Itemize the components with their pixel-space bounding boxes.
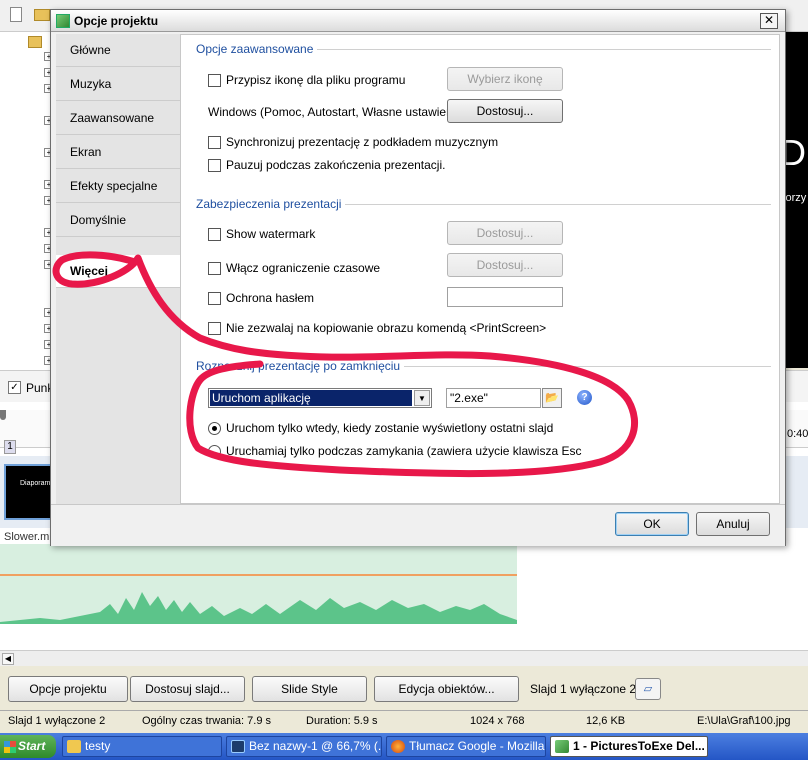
customize-slide-button[interactable]: Dostosuj slajd...: [130, 676, 245, 702]
password-checkbox[interactable]: [208, 292, 221, 305]
project-options-dialog: Opcje projektu ✕ Główne Muzyka Zaawansow…: [50, 9, 786, 546]
start-button[interactable]: Start: [0, 735, 56, 758]
watermark-checkbox[interactable]: [208, 228, 221, 241]
app-icon: [56, 14, 70, 28]
group-title-security: Zabezpieczenia prezentacji: [196, 197, 346, 211]
time-limit-customize-button[interactable]: Dostosuj...: [447, 253, 563, 277]
tab-domyslnie[interactable]: Domyślnie: [56, 204, 180, 237]
sync-music-checkbox[interactable]: [208, 136, 221, 149]
sync-music-label: Synchronizuj prezentację z podkładem muz…: [226, 135, 499, 149]
tab-ekran[interactable]: Ekran: [56, 136, 180, 169]
slide-number-marker: 1: [4, 440, 16, 454]
watermark-customize-button[interactable]: Dostosuj...: [447, 221, 563, 245]
time-limit-checkbox[interactable]: [208, 262, 221, 275]
tab-wiecej[interactable]: Więcej: [56, 255, 180, 288]
password-label: Ochrona hasłem: [226, 291, 315, 305]
tab-efekty-specjalne[interactable]: Efekty specjalne: [56, 170, 180, 203]
status-resolution: 1024 x 768: [470, 715, 525, 727]
group-title-advanced: Opcje zaawansowane: [196, 42, 318, 56]
options-tabs: Główne Muzyka Zaawansowane Ekran Efekty …: [56, 34, 180, 504]
radio-last-slide-label: Uruchom tylko wtedy, kiedy zostanie wyśw…: [226, 421, 554, 435]
help-icon[interactable]: ?: [577, 390, 592, 405]
cancel-button[interactable]: Anuluj: [696, 512, 770, 536]
audio-waveform[interactable]: [0, 544, 517, 624]
customize-windows-button[interactable]: Dostosuj...: [447, 99, 563, 123]
taskbar: Start testy Bez nazwy-1 @ 66,7% (... Tłu…: [0, 733, 808, 760]
tab-muzyka[interactable]: Muzyka: [56, 68, 180, 101]
task-firefox[interactable]: Tłumacz Google - Mozilla ...: [386, 736, 546, 757]
scroll-left-icon[interactable]: ◀: [2, 653, 14, 665]
object-editor-button[interactable]: Edycja obiektów...: [374, 676, 519, 702]
waveform-graphic: [0, 592, 517, 624]
punkt-checkbox[interactable]: ✓: [8, 381, 21, 394]
ok-button[interactable]: OK: [615, 512, 689, 536]
open-folder-icon[interactable]: [34, 9, 50, 21]
project-options-button[interactable]: Opcje projektu: [8, 676, 128, 702]
pause-end-label: Pauzuj podczas zakończenia prezentacji.: [226, 158, 446, 172]
firefox-icon: [391, 740, 405, 753]
slide-thumbnail[interactable]: Diaporam: [4, 464, 52, 520]
browse-folder-icon[interactable]: 📂: [542, 388, 562, 408]
status-slide: Slajd 1 wyłączone 2: [8, 715, 106, 727]
application-file-field[interactable]: "2.exe": [446, 388, 541, 408]
status-bar: Slajd 1 wyłączone 2 Ogólny czas trwania:…: [0, 710, 808, 732]
start-label: Start: [18, 739, 46, 753]
pause-end-checkbox[interactable]: [208, 159, 221, 172]
task-photoshop[interactable]: Bez nazwy-1 @ 66,7% (...: [226, 736, 382, 757]
status-duration: Duration: 5.9 s: [306, 715, 378, 727]
folder-icon: [67, 740, 81, 753]
windows-logo-icon: [4, 741, 16, 753]
block-printscreen-label: Nie zezwalaj na kopiowanie obrazu komend…: [226, 321, 547, 335]
radio-on-close[interactable]: [208, 445, 221, 458]
folder-icon: [28, 36, 42, 48]
radio-on-close-label: Uruchamiaj tylko podczas zamykania (zawi…: [226, 444, 582, 458]
audio-track-label: Slower.mp: [4, 531, 56, 543]
tab-glowne[interactable]: Główne: [56, 34, 180, 67]
on-close-action-value: Uruchom aplikację: [210, 390, 412, 406]
on-close-action-select[interactable]: Uruchom aplikację ▼: [208, 388, 432, 408]
tab-content: Opcje zaawansowane Przypisz ikonę dla pl…: [180, 34, 780, 504]
watermark-label: Show watermark: [226, 227, 316, 241]
task-testy[interactable]: testy: [62, 736, 222, 757]
choose-icon-button[interactable]: Wybierz ikonę: [447, 67, 563, 91]
new-file-icon[interactable]: [10, 7, 22, 22]
slide-style-button[interactable]: Slide Style: [252, 676, 367, 702]
time-limit-label: Włącz ograniczenie czasowe: [226, 261, 381, 275]
folder-tree[interactable]: + + + + + + + + + + + + + +: [0, 32, 56, 370]
slide-status-label: Slajd 1 wyłączone 2: [530, 682, 637, 696]
windows-settings-label: Windows (Pomoc, Autostart, Własne ustawi…: [208, 105, 467, 119]
password-input[interactable]: [447, 287, 563, 307]
playhead-icon[interactable]: [0, 410, 6, 420]
aspect-ratio-icon[interactable]: ▱: [635, 678, 661, 700]
block-printscreen-checkbox[interactable]: [208, 322, 221, 335]
task-label: Tłumacz Google - Mozilla ...: [409, 739, 546, 753]
assign-icon-checkbox[interactable]: [208, 74, 221, 87]
group-title-on-close: Rozpocznij prezentację po zamknięciu: [196, 359, 405, 373]
volume-line[interactable]: [0, 574, 517, 576]
tab-zaawansowane[interactable]: Zaawansowane: [56, 102, 180, 135]
photoshop-icon: [231, 740, 245, 753]
bottom-toolbar: Opcje projektu Dostosuj slajd... Slide S…: [0, 672, 808, 708]
chevron-down-icon[interactable]: ▼: [414, 390, 430, 406]
dialog-title: Opcje projektu: [74, 14, 159, 28]
close-button[interactable]: ✕: [760, 13, 778, 29]
assign-icon-label: Przypisz ikonę dla pliku programu: [226, 73, 406, 87]
ruler-time-label: 0:40: [787, 428, 808, 440]
picturestoexe-icon: [555, 740, 569, 753]
status-total-duration: Ogólny czas trwania: 7.9 s: [142, 715, 272, 727]
status-path: E:\Ula\Graf\100.jpg: [697, 715, 791, 727]
dialog-footer: OK Anuluj: [51, 504, 785, 546]
slide-thumbnail-text: Diaporam: [20, 480, 51, 487]
timeline-scrollbar[interactable]: ◀: [0, 650, 808, 666]
task-label: testy: [85, 739, 111, 753]
status-file-size: 12,6 KB: [586, 715, 626, 727]
radio-last-slide[interactable]: [208, 422, 221, 435]
task-label: Bez nazwy-1 @ 66,7% (...: [249, 739, 382, 753]
dialog-titlebar[interactable]: Opcje projektu ✕: [51, 10, 785, 32]
task-picturestoexe[interactable]: 1 - PicturesToExe Del...: [550, 736, 708, 757]
task-label: 1 - PicturesToExe Del...: [573, 739, 705, 753]
